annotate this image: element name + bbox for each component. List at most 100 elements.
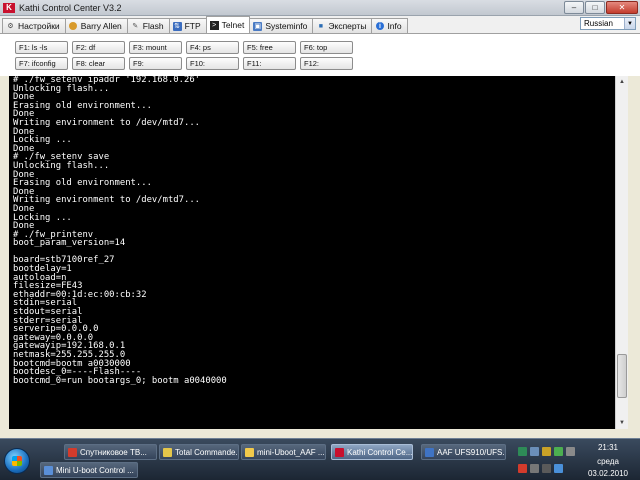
- f8-button[interactable]: F8: clear: [72, 57, 125, 70]
- clock-date: 03.02.2010: [587, 469, 629, 478]
- terminal-output[interactable]: # ./fw_setenv ipaddr '192.168.0.26' Unloc…: [9, 76, 615, 429]
- taskbar-item-kathi-control-center[interactable]: Kathi Control Ce...: [331, 444, 413, 460]
- tab-label: Barry Allen: [80, 21, 122, 31]
- minimize-button[interactable]: –: [564, 1, 584, 14]
- tray-app-icon[interactable]: [530, 464, 539, 473]
- tab-info[interactable]: i Info: [371, 18, 408, 33]
- task-label: AAF UFS910/UFS...: [437, 447, 506, 457]
- f7-button[interactable]: F7: ifconfig: [15, 57, 68, 70]
- scroll-down-icon[interactable]: ▼: [616, 417, 628, 429]
- tab-experts[interactable]: ■ Эксперты: [312, 18, 373, 33]
- f4-button[interactable]: F4: ps: [186, 41, 239, 54]
- window-controls: – □ ✕: [564, 1, 638, 14]
- ftp-icon: ⇅: [172, 21, 182, 31]
- terminal-line: stdin=serial: [13, 298, 78, 309]
- function-keys-panel: F1: ls -ls F2: df F3: mount F4: ps F5: f…: [0, 34, 640, 76]
- terminal-line: board=stb7100ref_27: [13, 255, 115, 266]
- tab-systeminfo[interactable]: ▣ Systeminfo: [249, 18, 314, 33]
- tab-flash[interactable]: ✎ Flash: [126, 18, 170, 33]
- network-icon[interactable]: [542, 464, 551, 473]
- tab-label: Эксперты: [328, 21, 367, 31]
- f1-button[interactable]: F1: ls -ls: [15, 41, 68, 54]
- terminal-line: Unlocking flash...: [13, 83, 110, 94]
- browser-icon: [68, 447, 77, 457]
- taskbar-item-aaf-ufs910[interactable]: AAF UFS910/UFS...: [421, 444, 506, 460]
- f6-button[interactable]: F6: top: [300, 41, 353, 54]
- f2-button[interactable]: F2: df: [72, 41, 125, 54]
- task-label: Kathi Control Ce...: [347, 447, 413, 457]
- f9-button[interactable]: F9:: [129, 57, 182, 70]
- terminal-line: bootcmd_0=run bootargs_0; bootm a0040000: [13, 375, 227, 386]
- kathi-app-icon: [335, 447, 344, 457]
- taskbar-item-mini-uboot-folder[interactable]: mini-Uboot_AAF ...: [241, 444, 326, 460]
- title-bar: K Kathi Control Center V3.2 – □ ✕: [0, 0, 640, 16]
- task-label: mini-Uboot_AAF ...: [257, 447, 325, 457]
- language-flag-icon[interactable]: [518, 464, 527, 473]
- tab-barry-allen[interactable]: Barry Allen: [64, 18, 128, 33]
- taskbar: Спутниковое ТВ... Total Commande... mini…: [0, 438, 640, 480]
- clock-time[interactable]: 21:31: [578, 443, 638, 452]
- terminal-line: Erasing old environment...: [13, 178, 152, 189]
- f5-button[interactable]: F5: free: [243, 41, 296, 54]
- terminal-line: ethaddr=00:1d:ec:00:cb:32: [13, 289, 147, 300]
- terminal-line: bootdelay=1: [13, 264, 72, 275]
- terminal-line: stdout=serial: [13, 307, 83, 318]
- settings-icon: ⚙: [7, 22, 14, 30]
- f10-button[interactable]: F10:: [186, 57, 239, 70]
- tab-telnet[interactable]: > Telnet: [205, 16, 251, 33]
- terminal-line: autoload=n: [13, 272, 67, 283]
- tab-ftp[interactable]: ⇅ FTP: [168, 18, 207, 33]
- scrollbar-thumb[interactable]: [617, 354, 627, 398]
- chevron-down-icon[interactable]: ▼: [624, 18, 635, 29]
- tray-app-icon[interactable]: [554, 464, 563, 473]
- tab-label: Info: [387, 21, 402, 31]
- terminal-line: Writing environment to /dev/mtd7...: [13, 117, 201, 128]
- clock-day: среда: [597, 457, 619, 466]
- volume-icon[interactable]: [566, 447, 575, 456]
- maximize-button[interactable]: □: [585, 1, 605, 14]
- tab-bar: ⚙ Настройки Barry Allen ✎ Flash ⇅ FTP > …: [0, 16, 640, 34]
- terminal-line: stderr=serial: [13, 315, 83, 326]
- taskbar-item-total-commander[interactable]: Total Commande...: [159, 444, 239, 460]
- tab-settings[interactable]: ⚙ Настройки: [2, 18, 66, 33]
- f12-button[interactable]: F12:: [300, 57, 353, 70]
- taskbar-item-satellite-tv[interactable]: Спутниковое ТВ...: [64, 444, 157, 460]
- app-window-icon: [44, 465, 53, 475]
- terminal-line: Erasing old environment...: [13, 100, 152, 111]
- tab-label: Systeminfo: [265, 21, 308, 31]
- start-button[interactable]: [4, 448, 30, 474]
- browser-icon: [425, 447, 434, 457]
- tab-label: FTP: [184, 21, 201, 31]
- terminal-scrollbar[interactable]: ▲ ▼: [615, 76, 628, 429]
- app-logo-icon: K: [3, 2, 15, 13]
- language-selected: Russian: [584, 19, 613, 28]
- terminal-line: Unlocking flash...: [13, 160, 110, 171]
- terminal-line: Done: [13, 126, 35, 137]
- terminal-line: Locking ...: [13, 212, 72, 223]
- tray-app-icon[interactable]: [542, 447, 551, 456]
- f11-button[interactable]: F11:: [243, 57, 296, 70]
- terminal-line: boot_param_version=14: [13, 238, 126, 249]
- task-label: Mini U-boot Control ...: [56, 465, 134, 475]
- scroll-up-icon[interactable]: ▲: [616, 76, 628, 88]
- folder-icon: [163, 447, 172, 457]
- user-icon: [69, 22, 78, 31]
- task-label: Total Commande...: [175, 447, 239, 457]
- terminal-line: Locking ...: [13, 135, 72, 146]
- f3-button[interactable]: F3: mount: [129, 41, 182, 54]
- terminal-line: serverip=0.0.0.0: [13, 324, 99, 335]
- info-icon: i: [375, 22, 384, 31]
- flash-icon: ✎: [132, 22, 139, 30]
- taskbar-item-mini-uboot-control[interactable]: Mini U-boot Control ...: [40, 462, 138, 478]
- tray-app-icon[interactable]: [530, 447, 539, 456]
- tray-app-icon[interactable]: [518, 447, 527, 456]
- system-tray: 21:31 среда 03.02.2010: [500, 439, 640, 480]
- terminal-line: Writing environment to /dev/mtd7...: [13, 195, 201, 206]
- tray-app-icon[interactable]: [554, 447, 563, 456]
- experts-icon: ■: [318, 22, 323, 30]
- task-label: Спутниковое ТВ...: [80, 447, 147, 457]
- terminal-line: Done: [13, 203, 35, 214]
- language-select[interactable]: Russian ▼: [580, 17, 636, 30]
- window-title: Kathi Control Center V3.2: [19, 2, 122, 13]
- close-button[interactable]: ✕: [606, 1, 638, 14]
